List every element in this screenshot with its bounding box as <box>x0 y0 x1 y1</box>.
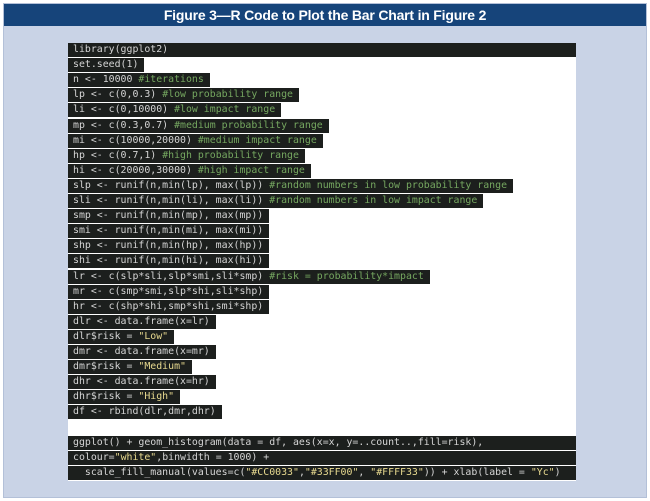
code-comment: #iterations <box>138 74 204 86</box>
code-line: mp <- c(0.3,0.7) #medium probability ran… <box>68 118 329 133</box>
code-line: sli <- runif(n,min(li), max(li)) #random… <box>68 194 484 208</box>
code-line: library(ggplot2) <box>68 43 576 57</box>
code-line: df <- rbind(dlr,dmr,dhr) <box>68 405 222 420</box>
code-string: "white" <box>114 451 157 463</box>
code-string: "Yc" <box>530 466 555 478</box>
code-line: li <- c(0,10000) #low impact range <box>68 103 282 118</box>
code-text: ) <box>554 466 561 478</box>
code-line: dlr$risk = "Low" <box>68 329 175 344</box>
code-line: dmr$risk = "Medium" <box>68 360 192 375</box>
code-line: smi <- runif(n,min(mi), max(mi)) <box>68 224 270 239</box>
code-comment: #low probability range <box>162 89 293 101</box>
code-text: scale_fill_manual(values=c( <box>73 466 246 478</box>
code-text: )) + xlab(label = <box>423 466 531 478</box>
code-line: hi <- c(20000,30000) #high impact range <box>68 163 311 178</box>
code-line: lp <- c(0,0.3) #low probability range <box>68 88 299 103</box>
code-block: library(ggplot2) set.seed(1) n <- 10000 #i… <box>68 43 576 481</box>
code-comment: #medium probability range <box>174 119 323 131</box>
code-text: df <- rbind(dlr,dmr,dhr) <box>73 406 216 418</box>
code-text: dmr <- data.frame(x=mr) <box>73 346 210 357</box>
code-text: smi <- runif(n,min(mi), max(mi)) <box>73 225 264 237</box>
code-text: dhr <- data.frame(x=hr) <box>73 376 210 388</box>
figure-frame: Figure 3—R Code to Plot the Bar Chart in… <box>3 3 647 498</box>
code-line: smp <- runif(n,min(mp), max(mp)) <box>68 209 270 224</box>
code-comment: #medium impact range <box>197 134 317 146</box>
code-text: li <- c(0,10000) <box>73 104 175 116</box>
code-line: dhr <- data.frame(x=hr) <box>68 375 216 390</box>
code-string: "High" <box>138 391 175 403</box>
code-comment: #high probability range <box>162 149 299 161</box>
code-string: "Medium" <box>138 361 186 373</box>
code-text: dlr <- data.frame(x=lr) <box>73 315 210 327</box>
code-string: "#FFFF33" <box>370 466 424 478</box>
code-text: mr <- c(smp*smi,slp*shi,sli*shp) <box>73 285 264 297</box>
code-comment: #low impact range <box>174 104 276 116</box>
code-line: dhr$risk = "High" <box>68 390 181 405</box>
code-text: mp <- c(0.3,0.7) <box>73 119 175 131</box>
code-text: set.seed(1) <box>73 59 139 71</box>
code-text: sli <- runif(n,min(li), max(li)) <box>73 195 270 206</box>
code-line: shp <- runif(n,min(hp), max(hp)) <box>68 239 270 254</box>
code-text: library(ggplot2) <box>73 44 169 55</box>
code-text: hr <- c(shp*shi,smp*shi,smi*shp) <box>73 300 264 312</box>
code-line: dlr <- data.frame(x=lr) <box>68 314 216 329</box>
code-string: "Low" <box>138 330 169 342</box>
code-line: colour="white",binwidth = 1000) + <box>68 450 576 465</box>
code-text: slp <- runif(n,min(lp), max(lp)) <box>73 179 270 191</box>
code-text: lp <- c(0,0.3) <box>73 89 163 101</box>
code-text: smp <- runif(n,min(mp), max(mp)) <box>73 210 264 222</box>
code-line: hr <- c(shp*shi,smp*shi,smi*shp) <box>68 299 270 314</box>
code-text: n <- 10000 <box>73 74 139 86</box>
code-text: hp <- c(0.7,1) <box>73 149 163 161</box>
code-text: dhr$risk = <box>73 391 139 403</box>
code-text: ggplot() + geom_histogram(data = df, aes… <box>73 436 484 448</box>
code-line: lr <- c(slp*sli,slp*smi,sli*smp) #risk =… <box>68 269 430 284</box>
code-text: shi <- runif(n,min(hi), max(hi)) <box>73 255 264 267</box>
code-comment: #high impact range <box>197 164 305 176</box>
code-text: dlr$risk = <box>73 330 139 342</box>
code-line: set.seed(1) <box>68 58 145 73</box>
code-text: lr <- c(slp*sli,slp*smi,sli*smp) <box>73 270 270 282</box>
code-line: mr <- c(smp*smi,slp*shi,sli*shp) <box>68 284 270 299</box>
code-comment: #random numbers in low probability range <box>269 179 508 191</box>
code-line: ggplot() + geom_histogram(data = df, aes… <box>68 435 576 450</box>
code-text: shp <- runif(n,min(hp), max(hp)) <box>73 240 264 252</box>
code-text: hi <- c(20000,30000) <box>73 164 198 176</box>
code-string: "#33FF00" <box>304 466 359 478</box>
code-comment: #random numbers in low impact range <box>269 195 478 206</box>
code-text: colour= <box>73 451 115 463</box>
code-line: dmr <- data.frame(x=mr) <box>68 345 216 359</box>
code-line: shi <- runif(n,min(hi), max(hi)) <box>68 254 270 269</box>
code-line: scale_fill_manual(values=c("#CC0033","#3… <box>68 465 576 480</box>
code-line: hp <- c(0.7,1) #high probability range <box>68 148 305 163</box>
code-text: mi <- c(10000,20000) <box>73 134 198 146</box>
figure-title: Figure 3—R Code to Plot the Bar Chart in… <box>4 4 646 26</box>
code-text: , <box>358 466 371 478</box>
code-line: mi <- c(10000,20000) #medium impact rang… <box>68 133 323 148</box>
code-comment: #risk = probability*impact <box>269 270 424 282</box>
code-line: n <- 10000 #iterations <box>68 73 210 88</box>
code-text: ,binwidth = 1000) + <box>156 451 270 463</box>
code-line: slp <- runif(n,min(lp), max(lp)) #random… <box>68 178 514 193</box>
code-string: "#CC0033" <box>245 466 299 478</box>
code-text: dmr$risk = <box>73 361 139 373</box>
